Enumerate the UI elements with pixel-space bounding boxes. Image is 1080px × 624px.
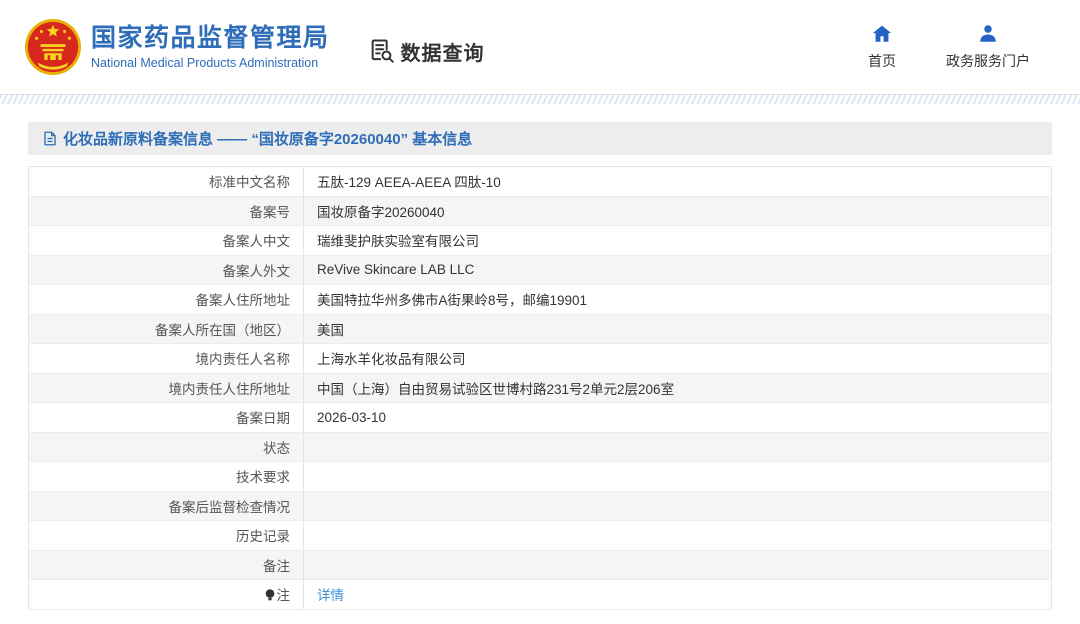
table-row: 备案后监督检查情况 [29,491,1052,521]
row-value-cell [304,491,1052,521]
org-name-zh: 国家药品监督管理局 [91,24,330,53]
nav-item-label: 首页 [868,51,896,71]
user-icon [977,23,999,45]
row-label-cell: 注 [29,580,304,610]
table-row: 备案日期 2026-03-10 [29,403,1052,433]
row-value-cell: 美国 [304,314,1052,344]
row-value-cell: 上海水羊化妆品有限公司 [304,344,1052,374]
row-value: 瑞维斐护肤实验室有限公司 [317,234,479,249]
row-value: 五肽-129 AEEA-AEEA 四肽-10 [317,175,501,190]
row-value-cell [304,462,1052,492]
row-label-cell: 备案人所在国（地区） [29,314,304,344]
row-label: 备注 [263,559,290,574]
row-label: 备案日期 [236,411,290,426]
row-label: 境内责任人名称 [196,352,291,367]
row-label: 历史记录 [236,529,290,544]
page-title: 化妆品新原料备案信息 —— “国妆原备字20260040” 基本信息 [63,128,472,149]
row-value-cell: ReVive Skincare LAB LLC [304,255,1052,285]
brand-text: 国家药品监督管理局 National Medical Products Admi… [91,24,330,70]
row-value-cell: 详情 [304,580,1052,610]
row-label: 备案后监督检查情况 [169,500,291,515]
nav-item-gov-portal[interactable]: 政务服务门户 [946,23,1030,71]
table-row: 备注 [29,550,1052,580]
site-logo[interactable]: 国家药品监督管理局 National Medical Products Admi… [24,18,330,76]
row-label-cell: 备案号 [29,196,304,226]
row-label-cell: 备案人外文 [29,255,304,285]
table-row: 备案人外文 ReVive Skincare LAB LLC [29,255,1052,285]
row-value-cell [304,432,1052,462]
row-value-cell: 五肽-129 AEEA-AEEA 四肽-10 [304,167,1052,197]
data-query-label: 数据查询 [401,37,485,66]
page-title-bar: 化妆品新原料备案信息 —— “国妆原备字20260040” 基本信息 [28,122,1052,155]
data-query-tab[interactable]: 数据查询 [368,37,485,66]
table-row: 状态 [29,432,1052,462]
table-row: 技术要求 [29,462,1052,492]
row-label-cell: 境内责任人名称 [29,344,304,374]
row-value-cell: 中国（上海）自由贸易试验区世博村路231号2单元2层206室 [304,373,1052,403]
row-value: ReVive Skincare LAB LLC [317,262,474,277]
row-value-cell: 瑞维斐护肤实验室有限公司 [304,226,1052,256]
table-row: 备案号 国妆原备字20260040 [29,196,1052,226]
row-value: 中国（上海）自由贸易试验区世博村路231号2单元2层206室 [317,382,674,397]
row-value-cell [304,521,1052,551]
row-label: 备案人中文 [223,234,291,249]
row-value: 2026-03-10 [317,410,386,425]
row-label-cell: 技术要求 [29,462,304,492]
org-name-en: National Medical Products Administration [91,56,330,70]
nav-item-label: 政务服务门户 [946,51,1030,71]
row-label-cell: 备案人住所地址 [29,285,304,315]
row-label: 境内责任人住所地址 [169,382,291,397]
filing-info-table: 标准中文名称 五肽-129 AEEA-AEEA 四肽-10 备案号 国妆原备字2026… [28,166,1052,610]
table-row: 注 详情 [29,580,1052,610]
row-label-cell: 历史记录 [29,521,304,551]
bulb-icon [265,589,275,602]
table-row: 境内责任人名称 上海水羊化妆品有限公司 [29,344,1052,374]
row-value-cell [304,550,1052,580]
row-value-cell: 国妆原备字20260040 [304,196,1052,226]
row-label: 备案人外文 [223,264,291,279]
row-label-cell: 备案后监督检查情况 [29,491,304,521]
row-value-cell: 2026-03-10 [304,403,1052,433]
row-label-cell: 备案日期 [29,403,304,433]
row-label: 备案号 [250,205,291,220]
national-emblem-icon [24,18,82,76]
main-content: 化妆品新原料备案信息 —— “国妆原备字20260040” 基本信息 标准中文名… [0,104,1080,610]
row-label: 技术要求 [236,470,290,485]
row-value-cell: 美国特拉华州多佛市A街果岭8号，邮编19901 [304,285,1052,315]
top-nav: 首页 政务服务门户 [868,23,1030,71]
home-icon [871,23,893,45]
row-label-cell: 备案人中文 [29,226,304,256]
row-value: 美国特拉华州多佛市A街果岭8号，邮编19901 [317,293,587,308]
row-label: 状态 [263,441,290,456]
row-value: 上海水羊化妆品有限公司 [317,352,466,367]
stripe-divider [0,94,1080,104]
detail-link[interactable]: 详情 [317,588,344,603]
row-label-cell: 标准中文名称 [29,167,304,197]
row-label-cell: 状态 [29,432,304,462]
table-row: 备案人所在国（地区） 美国 [29,314,1052,344]
table-row: 标准中文名称 五肽-129 AEEA-AEEA 四肽-10 [29,167,1052,197]
row-value: 国妆原备字20260040 [317,205,445,220]
document-search-icon [368,37,396,65]
row-label-cell: 境内责任人住所地址 [29,373,304,403]
row-value: 美国 [317,323,344,338]
document-icon [43,131,57,146]
row-label: 标准中文名称 [209,175,290,190]
row-label: 备案人所在国（地区） [155,323,290,338]
table-row: 备案人中文 瑞维斐护肤实验室有限公司 [29,226,1052,256]
table-row: 备案人住所地址 美国特拉华州多佛市A街果岭8号，邮编19901 [29,285,1052,315]
row-label: 注 [277,588,291,603]
nav-item-home[interactable]: 首页 [868,23,896,71]
site-header: 国家药品监督管理局 National Medical Products Admi… [0,0,1080,94]
table-row: 境内责任人住所地址 中国（上海）自由贸易试验区世博村路231号2单元2层206室 [29,373,1052,403]
table-row: 历史记录 [29,521,1052,551]
row-label: 备案人住所地址 [196,293,291,308]
row-label-cell: 备注 [29,550,304,580]
